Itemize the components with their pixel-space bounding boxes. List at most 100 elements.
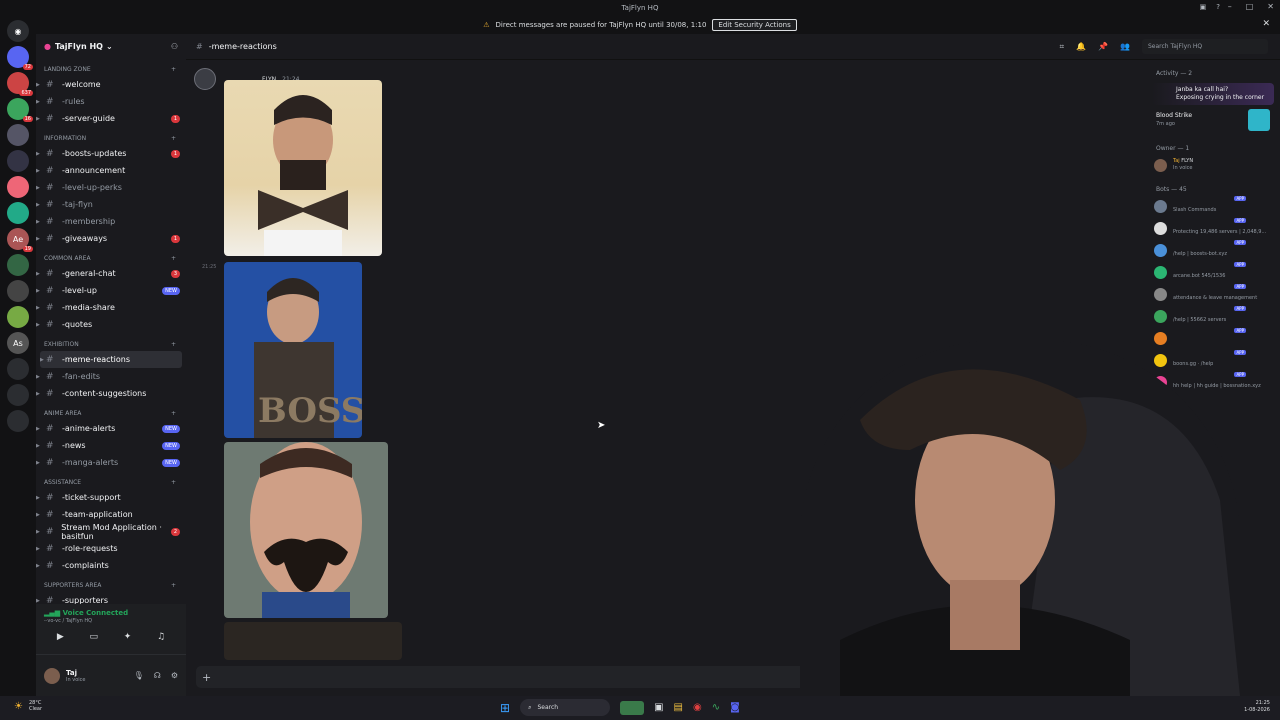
expand-arrow-icon[interactable]: ▶: [36, 185, 40, 191]
expand-arrow-icon[interactable]: ▶: [36, 219, 40, 225]
browser-icon[interactable]: ◉: [693, 702, 702, 713]
expand-arrow-icon[interactable]: ▶: [36, 391, 40, 397]
channel-item[interactable]: ▶ # -anime-alerts NEW: [36, 420, 186, 437]
expand-arrow-icon[interactable]: ▶: [36, 322, 40, 328]
channel-item[interactable]: ▶ # -server-guide 1: [36, 110, 186, 127]
expand-arrow-icon[interactable]: ▶: [36, 82, 40, 88]
server-icon[interactable]: As: [7, 332, 29, 354]
meme-image-boss-beard[interactable]: BOSS: [224, 262, 362, 438]
member-owner[interactable]: Taj FLYN In voice: [1146, 154, 1280, 176]
avatar[interactable]: [44, 667, 60, 684]
channel-item[interactable]: ▶ # -general-chat 3: [36, 265, 186, 282]
expand-arrow-icon[interactable]: ▶: [36, 288, 40, 294]
member-bot[interactable]: /help | 55662 servers APP: [1146, 305, 1280, 327]
member-bot[interactable]: APP: [1146, 327, 1280, 349]
add-channel-icon[interactable]: +: [171, 410, 176, 417]
search-input[interactable]: Search TajFlyn HQ: [1142, 39, 1268, 54]
channel-item[interactable]: ▶ # -level-up NEW: [36, 282, 186, 299]
activity-icon[interactable]: ✦: [124, 632, 132, 642]
meme-image-mustache[interactable]: [224, 442, 388, 618]
task-view-icon[interactable]: ▣: [654, 702, 663, 713]
soundboard-icon[interactable]: ♫: [157, 632, 165, 642]
member-bot[interactable]: boons.gg · /help APP: [1146, 349, 1280, 371]
expand-arrow-icon[interactable]: ▶: [36, 116, 40, 122]
add-channel-icon[interactable]: +: [171, 479, 176, 486]
edit-security-actions-button[interactable]: Edit Security Actions: [712, 19, 797, 31]
channel-item[interactable]: ▶ # -quotes: [36, 316, 186, 333]
category-header[interactable]: EXHIBITION +: [36, 337, 186, 351]
channel-item[interactable]: ▶ # -boosts-updates 1: [36, 145, 186, 162]
channel-item[interactable]: ▶ # -role-requests: [36, 540, 186, 557]
guild-header[interactable]: ● TajFlyn HQ ⌄ ⚇: [36, 34, 186, 58]
minimize-button[interactable]: –: [1228, 2, 1232, 11]
voice-channel[interactable]: -·vo-vc / TajFlyn HQ: [44, 618, 178, 624]
headphones-icon[interactable]: ☊: [154, 671, 161, 680]
add-attachment-icon[interactable]: +: [202, 671, 211, 684]
channel-item[interactable]: ▶ # -level-up-perks: [36, 179, 186, 196]
expand-arrow-icon[interactable]: ▶: [40, 357, 44, 363]
server-icon[interactable]: [7, 358, 29, 380]
maximize-button[interactable]: □: [1246, 2, 1254, 11]
channel-item[interactable]: ▶ # -media-share: [36, 299, 186, 316]
bell-icon[interactable]: 🔔: [1076, 42, 1086, 52]
meme-image-bowtie-beard[interactable]: [224, 80, 382, 256]
channel-item[interactable]: ▶ # -meme-reactions: [40, 351, 182, 368]
expand-arrow-icon[interactable]: ▶: [36, 374, 40, 380]
channel-item[interactable]: ▶ # -welcome: [36, 76, 186, 93]
channel-item[interactable]: ▶ # -announcement: [36, 162, 186, 179]
expand-arrow-icon[interactable]: ▶: [36, 202, 40, 208]
discord-taskbar-icon[interactable]: ◙: [730, 702, 740, 713]
expand-arrow-icon[interactable]: ▶: [36, 271, 40, 277]
server-icon[interactable]: [7, 384, 29, 406]
weather-widget[interactable]: ☀ 28°C Clear: [14, 700, 42, 712]
server-icon[interactable]: 72: [7, 46, 33, 70]
taskbar-search[interactable]: ⌕ Search: [520, 699, 611, 716]
close-window-button[interactable]: ✕: [1267, 2, 1274, 11]
expand-arrow-icon[interactable]: ▶: [36, 460, 40, 466]
channel-item[interactable]: ▶ # -fan-edits: [36, 368, 186, 385]
windows-start-icon[interactable]: ⊞: [500, 701, 510, 715]
dm-home-button[interactable]: ◉: [7, 20, 29, 42]
inbox-icon[interactable]: ▣: [1200, 3, 1207, 11]
server-icon[interactable]: [7, 176, 29, 198]
mic-icon[interactable]: 🎙: [134, 671, 144, 680]
settings-icon[interactable]: ⚙: [171, 671, 178, 680]
channel-item[interactable]: ▶ # -complaints: [36, 557, 186, 574]
author-avatar[interactable]: [194, 68, 216, 90]
channel-item[interactable]: ▶ # -news NEW: [36, 437, 186, 454]
expand-arrow-icon[interactable]: ▶: [36, 426, 40, 432]
expand-arrow-icon[interactable]: ▶: [36, 151, 40, 157]
add-channel-icon[interactable]: +: [171, 135, 176, 142]
server-icon[interactable]: [7, 124, 29, 146]
member-bot[interactable]: Slash Commands APP: [1146, 195, 1280, 217]
dismiss-banner-icon[interactable]: ✕: [1262, 19, 1270, 29]
help-icon[interactable]: ?: [1216, 3, 1220, 11]
channel-item[interactable]: ▶ # Stream Mod Application · basitfun 2: [36, 523, 186, 541]
member-bot[interactable]: /help | boosts-bot.xyz APP: [1146, 239, 1280, 261]
category-header[interactable]: ASSISTANCE +: [36, 475, 186, 489]
member-bot[interactable]: Protecting 19,486 servers | 2,048,9... AP…: [1146, 217, 1280, 239]
screen-share-icon[interactable]: ▭: [90, 632, 99, 642]
server-icon[interactable]: [7, 280, 29, 302]
member-bot[interactable]: arcane.bot 545/1536 APP: [1146, 261, 1280, 283]
member-bot[interactable]: attendance & leave management APP: [1146, 283, 1280, 305]
channel-item[interactable]: ▶ # -content-suggestions: [36, 385, 186, 402]
activity-card-1[interactable]: Janba ka call hai? Exposing crying in th…: [1152, 83, 1274, 105]
add-channel-icon[interactable]: +: [171, 66, 176, 73]
add-channel-icon[interactable]: +: [171, 582, 176, 589]
server-icon[interactable]: [7, 254, 29, 276]
channel-item[interactable]: ▶ # -team-application: [36, 506, 186, 523]
category-header[interactable]: LANDING ZONE +: [36, 62, 186, 76]
server-icon[interactable]: [7, 150, 29, 172]
expand-arrow-icon[interactable]: ▶: [36, 529, 40, 535]
server-icon[interactable]: [7, 202, 29, 224]
add-member-icon[interactable]: ⚇: [171, 42, 178, 51]
channel-item[interactable]: ▶ # -giveaways 1: [36, 230, 186, 247]
channel-item[interactable]: ▶ # -manga-alerts NEW: [36, 454, 186, 471]
category-header[interactable]: SUPPORTERS AREA +: [36, 578, 186, 592]
channel-item[interactable]: ▶ # -membership: [36, 213, 186, 230]
channel-item[interactable]: ▶ # -ticket-support: [36, 489, 186, 506]
expand-arrow-icon[interactable]: ▶: [36, 168, 40, 174]
file-explorer-icon[interactable]: ▤: [674, 702, 683, 713]
members-icon[interactable]: 👥: [1120, 42, 1130, 52]
